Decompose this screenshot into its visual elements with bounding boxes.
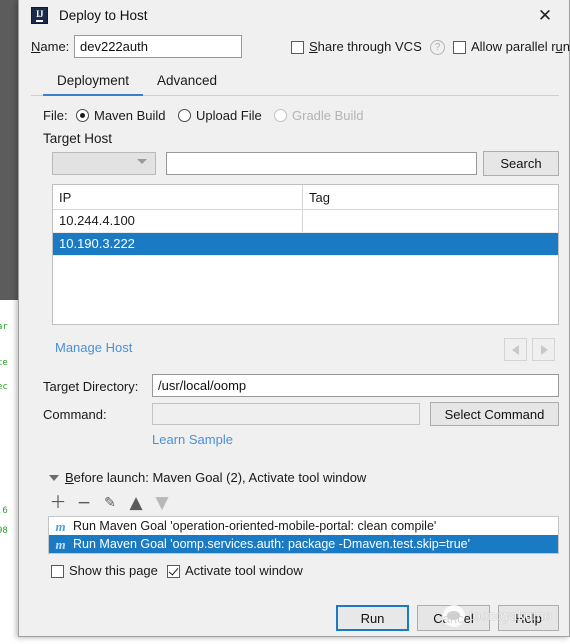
radio-upload-file[interactable] <box>178 109 191 122</box>
radio-gradle-build <box>274 109 287 122</box>
column-divider <box>302 185 303 209</box>
help-button[interactable]: Help <box>498 605 559 631</box>
move-down-icon: ▼ <box>155 492 169 513</box>
allow-parallel-run-checkbox[interactable] <box>453 41 466 54</box>
before-launch-title: Before launch: Maven Goal (2), Activate … <box>65 470 373 485</box>
radio-maven-build[interactable] <box>76 109 89 122</box>
column-header-ip: IP <box>59 190 72 205</box>
before-launch-list: m Run Maven Goal 'operation-oriented-mob… <box>48 516 559 554</box>
show-this-page-checkbox[interactable] <box>51 565 64 578</box>
cancel-button[interactable]: Cancel <box>417 605 490 631</box>
table-row[interactable]: 10.190.3.222 <box>53 233 558 256</box>
add-icon[interactable]: ＋ <box>45 492 71 514</box>
target-host-section-label: Target Host <box>43 131 113 146</box>
list-item[interactable]: m Run Maven Goal 'operation-oriented-mob… <box>49 517 558 535</box>
manage-host-link[interactable]: Manage Host <box>55 340 132 355</box>
allow-parallel-run-label: Allow parallel run <box>471 39 570 54</box>
console-line: ce <box>0 358 8 368</box>
search-button[interactable]: Search <box>483 151 559 176</box>
name-row: Name: Share through VCS ? Allow parallel… <box>19 34 570 62</box>
radio-maven-build-label: Maven Build <box>94 108 166 123</box>
maven-icon: m <box>55 536 66 552</box>
table-row[interactable]: 10.244.4.100 <box>53 210 558 233</box>
name-input[interactable] <box>74 35 242 58</box>
page-next-button <box>532 338 555 361</box>
target-directory-input[interactable] <box>152 374 559 397</box>
column-divider <box>302 233 303 255</box>
activate-tool-window-checkbox[interactable] <box>167 565 180 578</box>
file-label: File: <box>43 108 68 123</box>
maven-icon: m <box>55 518 66 534</box>
run-button[interactable]: Run <box>336 605 409 631</box>
before-launch-toolbar: ＋ − ✎ ▲ ▼ <box>45 492 245 514</box>
dialog-titlebar: IJ Deploy to Host ✕ <box>19 0 569 33</box>
edit-pencil-icon[interactable]: ✎ <box>97 492 123 514</box>
list-item-label: Run Maven Goal 'oomp.services.auth: pack… <box>73 537 470 551</box>
intellij-idea-icon: IJ <box>31 7 48 24</box>
column-header-tag: Tag <box>309 190 330 205</box>
cell-ip: 10.244.4.100 <box>59 213 135 228</box>
close-icon[interactable]: ✕ <box>531 4 559 28</box>
radio-gradle-build-label: Gradle Build <box>292 108 364 123</box>
tab-bar: Deployment Advanced <box>31 70 559 96</box>
host-table-header: IP Tag <box>53 185 558 210</box>
share-through-vcs-label: Share through VCS <box>309 39 422 54</box>
name-label: Name: <box>31 39 70 54</box>
share-through-vcs-checkbox[interactable] <box>291 41 304 54</box>
collapse-triangle-icon[interactable] <box>49 475 59 481</box>
learn-sample-link[interactable]: Learn Sample <box>152 432 233 447</box>
host-filter-dropdown[interactable] <box>52 152 156 175</box>
list-item[interactable]: m Run Maven Goal 'oomp.services.auth: pa… <box>49 535 558 553</box>
command-label: Command: <box>43 407 107 422</box>
move-up-icon[interactable]: ▲ <box>123 492 149 514</box>
console-line: 98 <box>0 526 8 536</box>
show-this-page-label: Show this page <box>69 563 158 578</box>
console-line: ar <box>0 322 8 332</box>
host-table: IP Tag 10.244.4.100 10.190.3.222 <box>52 184 559 325</box>
page-prev-button <box>504 338 527 361</box>
host-search-input[interactable] <box>166 152 477 175</box>
tab-deployment[interactable]: Deployment <box>43 70 144 96</box>
console-line: .6 <box>0 506 8 516</box>
remove-icon[interactable]: − <box>71 492 97 514</box>
cell-ip: 10.190.3.222 <box>59 236 135 251</box>
intellij-idea-icon-label: IJ <box>35 9 44 22</box>
select-command-button[interactable]: Select Command <box>430 402 559 426</box>
before-launch-header: Before launch: Maven Goal (2), Activate … <box>43 470 559 486</box>
help-question-icon[interactable]: ? <box>430 40 445 55</box>
chevron-left-icon <box>512 345 519 355</box>
command-input[interactable] <box>152 403 420 425</box>
chevron-right-icon <box>541 345 548 355</box>
radio-upload-file-label: Upload File <box>196 108 262 123</box>
deploy-to-host-dialog: IJ Deploy to Host ✕ Name: Share through … <box>18 0 570 637</box>
tab-advanced[interactable]: Advanced <box>143 70 231 96</box>
console-line: ec <box>0 382 8 392</box>
target-directory-label: Target Directory: <box>43 379 139 394</box>
file-type-row: File: Maven Build Upload File Gradle Bui… <box>43 106 563 126</box>
column-divider <box>302 210 303 232</box>
chevron-down-icon <box>137 159 147 164</box>
dialog-title: Deploy to Host <box>59 8 148 23</box>
activate-tool-window-label: Activate tool window <box>185 563 303 578</box>
list-item-label: Run Maven Goal 'operation-oriented-mobil… <box>73 519 437 533</box>
